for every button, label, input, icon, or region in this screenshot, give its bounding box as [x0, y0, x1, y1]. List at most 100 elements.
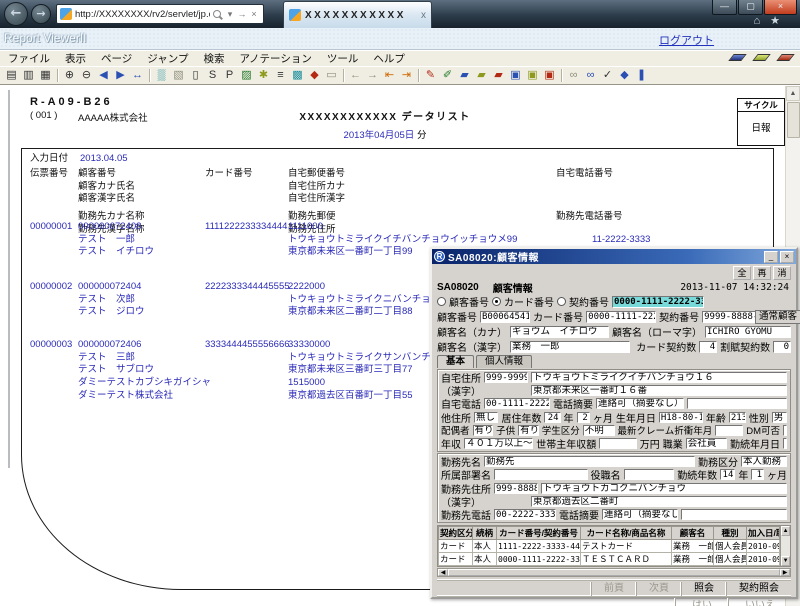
contracts-hscrollbar[interactable]: ◀ ▶: [437, 568, 791, 577]
radio-customer-label[interactable]: 顧客番号: [449, 294, 489, 309]
work-date-field[interactable]: [783, 438, 787, 449]
last-page-icon[interactable]: ⇥: [398, 68, 415, 83]
job-field[interactable]: 会社員: [686, 438, 727, 449]
stamp-icon[interactable]: ◆: [306, 68, 323, 83]
fit-width-icon[interactable]: ↔: [129, 68, 146, 83]
page-s-icon[interactable]: S: [204, 68, 221, 83]
link-color-icon[interactable]: ∞: [582, 68, 599, 83]
book-icon[interactable]: ❚: [633, 68, 650, 83]
residence-months-field[interactable]: 2: [577, 412, 590, 423]
home-icon[interactable]: ⌂: [753, 15, 770, 27]
service-years-field[interactable]: 14: [720, 469, 735, 480]
print-icon[interactable]: ▥: [20, 68, 37, 83]
birth-field[interactable]: H18-80-10: [659, 412, 703, 423]
check-icon[interactable]: ✓: [599, 68, 616, 83]
household-income-field[interactable]: [599, 438, 637, 449]
col-card-number[interactable]: カード番号/契約番号: [497, 527, 581, 540]
browser-tab[interactable]: XXXXXXXXXXX x: [283, 1, 432, 28]
residence-years-field[interactable]: 24: [544, 412, 560, 423]
refresh-icon[interactable]: →: [236, 5, 248, 23]
contracts-scroll-up-icon[interactable]: ▲: [781, 526, 790, 536]
radio-card-no[interactable]: [492, 297, 501, 306]
work-phone-extra-field[interactable]: [681, 509, 787, 520]
annotation-pane-icon[interactable]: ▧: [170, 68, 187, 83]
stop-icon[interactable]: ×: [248, 5, 260, 23]
contracts-scroll-right-icon[interactable]: ▶: [780, 569, 790, 576]
no-button[interactable]: いいえ: [728, 598, 791, 606]
logout-link[interactable]: ログアウト: [659, 32, 714, 48]
service-months-field[interactable]: 1: [751, 469, 764, 480]
children-field[interactable]: 有り: [518, 425, 539, 436]
print-preview-icon[interactable]: ▦: [37, 68, 54, 83]
home-phone-field[interactable]: 00-1111-2222: [484, 398, 550, 409]
contracts-scrollbar[interactable]: ▲ ▼: [780, 526, 790, 566]
menu-jump[interactable]: ジャンプ: [147, 51, 188, 66]
work-phone-field[interactable]: 00-2222-3333: [494, 509, 556, 520]
home-addr-kana-field[interactable]: トウキョウトミライクイチバンチョウ１６: [531, 372, 787, 383]
clip-red-icon[interactable]: ▣: [541, 68, 558, 83]
forward-button[interactable]: →: [31, 4, 51, 24]
dialog-titlebar[interactable]: R SA08020:顧客情報 _ ×: [432, 249, 796, 264]
card-no-field[interactable]: 0000-1111-2222-3333: [586, 311, 656, 323]
contract-row[interactable]: カード 本人 1111-2222-3333-4444 テストカード 業務 一郎 …: [439, 540, 780, 553]
link-icon[interactable]: ∞: [565, 68, 582, 83]
claim-field[interactable]: [715, 425, 743, 436]
dropdown-icon[interactable]: ▾: [224, 5, 236, 23]
zoom-out-icon[interactable]: ⊖: [78, 68, 95, 83]
yes-button[interactable]: はい: [675, 598, 728, 606]
all-button[interactable]: 全: [733, 266, 751, 280]
close-button[interactable]: ×: [764, 0, 797, 15]
first-page-icon[interactable]: ⇤: [381, 68, 398, 83]
line-list-icon[interactable]: ≡: [272, 68, 289, 83]
contract-inquiry-button[interactable]: 契約照会: [726, 582, 791, 596]
clear-button[interactable]: 消: [773, 266, 791, 280]
redisplay-button[interactable]: 再: [753, 266, 771, 280]
col-contract-type[interactable]: 契約区分: [439, 527, 473, 540]
search-input[interactable]: 0000-1111-2222-3333: [612, 296, 704, 308]
note-blue-icon[interactable]: ▰: [456, 68, 473, 83]
customer-no-field[interactable]: B00064541: [480, 311, 530, 323]
page-p-icon[interactable]: P: [221, 68, 238, 83]
address-bar[interactable]: http://XXXXXXXX/rv2/servlet/jp.co.canon_…: [56, 4, 264, 24]
student-field[interactable]: 不明: [583, 425, 615, 436]
radio-customer-no[interactable]: [437, 297, 446, 306]
tab-basic[interactable]: 基本: [437, 355, 474, 368]
work-addr-kana-field[interactable]: トウキョウトカコクニバンチョウ: [541, 483, 787, 494]
scroll-thumb[interactable]: [787, 102, 800, 138]
nav-forward-icon[interactable]: →: [364, 68, 381, 83]
next-page-button[interactable]: 次頁: [636, 582, 681, 596]
minimize-button[interactable]: —: [712, 0, 737, 15]
age-field[interactable]: 213: [729, 412, 746, 423]
inquiry-button[interactable]: 照会: [681, 582, 726, 596]
prev-page-button[interactable]: 前頁: [591, 582, 636, 596]
name-kanji-field[interactable]: 業務 一郎: [510, 341, 630, 353]
spouse-field[interactable]: 有り: [473, 425, 494, 436]
other-addr-field[interactable]: 無し: [474, 412, 498, 423]
contracts-scroll-left-icon[interactable]: ◀: [438, 569, 448, 576]
marker-icon[interactable]: ◆: [616, 68, 633, 83]
contracts-hscroll-thumb[interactable]: [448, 569, 780, 576]
work-phone-note-field[interactable]: 連絡可（摘要なし: [602, 509, 678, 520]
menu-help[interactable]: ヘルプ: [373, 51, 405, 66]
thumbnail-pane-icon[interactable]: ▒: [153, 68, 170, 83]
home-phone-note-field[interactable]: 連絡可（摘要なし）: [596, 398, 684, 409]
clip-yellow-icon[interactable]: ▣: [524, 68, 541, 83]
highlighter-icon[interactable]: ✐: [439, 68, 456, 83]
dialog-minimize-button[interactable]: _: [764, 251, 778, 263]
menu-tools[interactable]: ツール: [327, 51, 359, 66]
favorites-star-icon[interactable]: ★: [770, 15, 790, 27]
dept-field[interactable]: [494, 469, 588, 480]
scroll-up-icon[interactable]: ▲: [786, 86, 800, 101]
prev-view-icon[interactable]: ◀: [95, 68, 112, 83]
menu-file[interactable]: ファイル: [8, 51, 50, 66]
menu-view[interactable]: 表示: [65, 51, 86, 66]
radio-contract-no[interactable]: [557, 297, 566, 306]
menu-search[interactable]: 検索: [203, 51, 224, 66]
image-tool-icon[interactable]: ▨: [238, 68, 255, 83]
gender-field[interactable]: 男: [772, 412, 787, 423]
title-field[interactable]: [624, 469, 675, 480]
col-join-date[interactable]: 加入日/取組: [747, 527, 780, 540]
clip-blue-icon[interactable]: ▣: [507, 68, 524, 83]
search-icon[interactable]: [213, 10, 221, 18]
zoom-in-icon[interactable]: ⊕: [61, 68, 78, 83]
